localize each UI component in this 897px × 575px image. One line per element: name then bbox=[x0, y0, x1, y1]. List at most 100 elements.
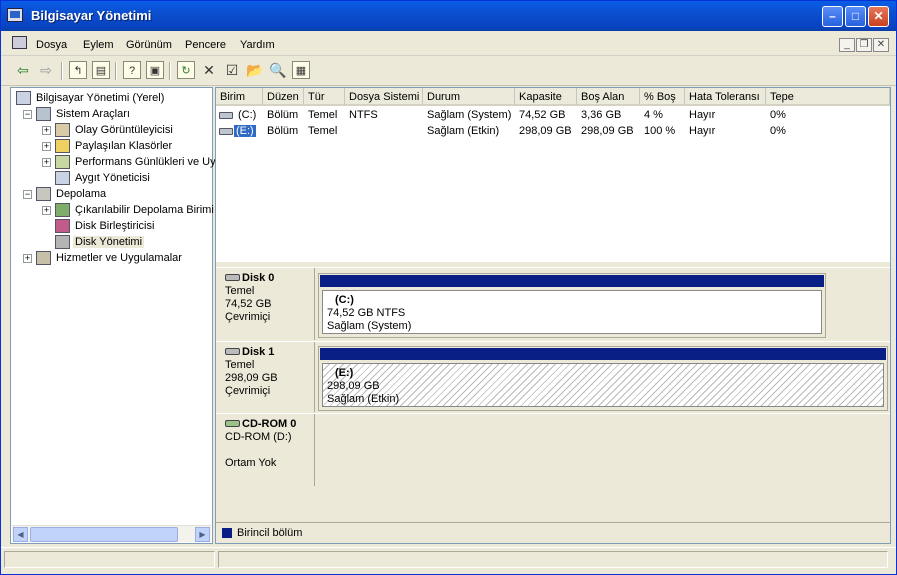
volume-list: Birim Düzen Tür Dosya Sistemi Durum Kapa… bbox=[216, 88, 890, 262]
tree-item-label: Olay Görüntüleyicisi bbox=[75, 124, 173, 136]
column-header-file-system[interactable]: Dosya Sistemi bbox=[345, 88, 423, 106]
cell-fault-tolerance: Hayır bbox=[689, 109, 716, 121]
tree-item-label: Disk Birleştiricisi bbox=[75, 220, 155, 232]
disk-size: 74,52 GB bbox=[225, 298, 272, 310]
back-arrow-icon[interactable]: ⇦ bbox=[14, 61, 32, 79]
partition-label: (E:) bbox=[335, 367, 354, 379]
hard-disk-icon bbox=[225, 348, 240, 355]
child-close-button[interactable]: ✕ bbox=[873, 38, 889, 52]
help-topics-icon[interactable]: ▦ bbox=[292, 61, 310, 79]
delete-icon[interactable]: ✕ bbox=[200, 61, 218, 79]
menu-file[interactable]: Dosya bbox=[36, 39, 67, 51]
tree-item-label: Hizmetler ve Uygulamalar bbox=[56, 252, 182, 264]
scroll-right-icon[interactable]: ▶ bbox=[195, 527, 210, 542]
computer-management-icon[interactable] bbox=[7, 8, 23, 22]
tree-item-label: Disk Yönetimi bbox=[73, 236, 145, 248]
column-header-capacity[interactable]: Kapasite bbox=[515, 88, 577, 106]
column-header-status[interactable]: Durum bbox=[423, 88, 515, 106]
expand-toggle[interactable]: + bbox=[42, 206, 51, 215]
close-button[interactable]: ✕ bbox=[868, 6, 889, 27]
maximize-button[interactable]: □ bbox=[845, 6, 866, 27]
tree-item-label: Aygıt Yöneticisi bbox=[75, 172, 150, 184]
show-hide-tree-icon[interactable]: ▤ bbox=[92, 61, 110, 79]
partition-status: Sağlam (Etkin) bbox=[327, 393, 400, 405]
expand-toggle[interactable]: + bbox=[23, 254, 32, 263]
volume-icon bbox=[219, 112, 233, 119]
performance-logs-icon bbox=[55, 155, 70, 169]
cell-percent-free: 100 % bbox=[644, 125, 676, 137]
defragmenter-icon bbox=[55, 219, 70, 233]
console-system-menu-icon[interactable] bbox=[12, 36, 27, 49]
collapse-toggle[interactable]: − bbox=[23, 190, 32, 199]
tree-item-label: Performans Günlükleri ve Uy bbox=[75, 156, 216, 168]
partition-status: Sağlam (System) bbox=[327, 320, 412, 332]
disk-name: CD-ROM 0 bbox=[242, 418, 297, 430]
up-one-level-icon[interactable]: ↰ bbox=[69, 61, 87, 79]
column-header-free-space[interactable]: Boş Alan bbox=[577, 88, 640, 106]
forward-arrow-icon[interactable]: ⇨ bbox=[37, 61, 55, 79]
disk-type: Temel bbox=[225, 359, 255, 371]
cell-file-system: NTFS bbox=[349, 109, 378, 121]
child-minimize-button[interactable]: _ bbox=[839, 38, 855, 52]
console-tree-icon[interactable]: ▣ bbox=[146, 61, 164, 79]
cell-layout: Bölüm bbox=[267, 109, 299, 121]
cell-free-space: 298,09 GB bbox=[581, 125, 634, 137]
services-icon bbox=[36, 251, 51, 265]
disk-name: Disk 1 bbox=[242, 346, 275, 358]
column-header-volume[interactable]: Birim bbox=[216, 88, 263, 106]
refresh-icon[interactable]: ↻ bbox=[177, 61, 195, 79]
computer-management-window: Bilgisayar Yönetimi – □ ✕ Dosya Eylem Gö… bbox=[0, 0, 897, 575]
column-header-fault-tolerance[interactable]: Hata Toleransı bbox=[685, 88, 766, 106]
cell-fault-tolerance: Hayır bbox=[689, 125, 716, 137]
partition-e[interactable]: (E:) 298,09 GB Sağlam (Etkin) bbox=[318, 346, 888, 411]
disk-row-0[interactable]: Disk 0 Temel 74,52 GB Çevrimiçi (C:) 74,… bbox=[216, 267, 890, 340]
scroll-thumb[interactable] bbox=[30, 527, 178, 542]
cell-overhead: 0% bbox=[770, 125, 786, 137]
title-bar[interactable]: Bilgisayar Yönetimi – □ ✕ bbox=[1, 1, 896, 31]
cell-status: Sağlam (Etkin) bbox=[427, 125, 500, 137]
disk-info-0[interactable]: Disk 0 Temel 74,52 GB Çevrimiçi bbox=[216, 268, 315, 340]
disk-graphical-view: Disk 0 Temel 74,52 GB Çevrimiçi (C:) 74,… bbox=[216, 267, 890, 523]
expand-toggle[interactable]: + bbox=[42, 126, 51, 135]
console-tree: Bilgisayar Yönetimi (Yerel) − Sistem Ara… bbox=[10, 87, 216, 544]
scroll-left-icon[interactable]: ◀ bbox=[13, 527, 28, 542]
properties-icon[interactable]: ☑ bbox=[223, 61, 241, 79]
disk-management-icon bbox=[55, 235, 70, 249]
column-header-layout[interactable]: Düzen bbox=[263, 88, 304, 106]
help-icon[interactable]: ? bbox=[123, 61, 141, 79]
volume-icon bbox=[219, 128, 233, 135]
minimize-button[interactable]: – bbox=[822, 6, 843, 27]
menu-help[interactable]: Yardım bbox=[240, 39, 275, 51]
column-header-overhead[interactable]: Tepe bbox=[766, 88, 890, 106]
expand-toggle[interactable]: + bbox=[42, 142, 51, 151]
tree-item-label: Bilgisayar Yönetimi (Yerel) bbox=[36, 92, 165, 104]
menu-view[interactable]: Görünüm bbox=[126, 39, 172, 51]
disk-name: Disk 0 bbox=[242, 272, 275, 284]
partition-color-bar bbox=[320, 348, 886, 360]
legend-label: Birincil bölüm bbox=[237, 527, 303, 539]
disk-info-1[interactable]: Disk 1 Temel 298,09 GB Çevrimiçi bbox=[216, 342, 315, 412]
expand-toggle[interactable]: + bbox=[42, 158, 51, 167]
disk-info-cdrom[interactable]: CD-ROM 0 CD-ROM (D:) Ortam Yok bbox=[216, 414, 315, 486]
toolbar-separator bbox=[61, 62, 63, 80]
menu-window[interactable]: Pencere bbox=[185, 39, 226, 51]
menu-action[interactable]: Eylem bbox=[83, 39, 114, 51]
disk-state: Ortam Yok bbox=[225, 457, 277, 469]
device-manager-icon bbox=[55, 171, 70, 185]
cell-capacity: 298,09 GB bbox=[519, 125, 572, 137]
search-icon[interactable]: 🔍 bbox=[269, 61, 287, 79]
partition-c[interactable]: (C:) 74,52 GB NTFS Sağlam (System) bbox=[318, 273, 826, 338]
child-restore-button[interactable]: ❐ bbox=[856, 38, 872, 52]
menu-bar: Dosya Eylem Görünüm Pencere Yardım _ ❐ ✕ bbox=[1, 31, 896, 56]
disk-row-cdrom[interactable]: CD-ROM 0 CD-ROM (D:) Ortam Yok bbox=[216, 413, 890, 486]
column-header-percent-free[interactable]: % Boş bbox=[640, 88, 685, 106]
collapse-toggle[interactable]: − bbox=[23, 110, 32, 119]
partition-body-selected: (E:) 298,09 GB Sağlam (Etkin) bbox=[322, 363, 884, 407]
status-cell-left bbox=[4, 551, 215, 568]
tree-horizontal-scrollbar[interactable]: ◀ ▶ bbox=[12, 525, 211, 542]
cell-layout: Bölüm bbox=[267, 125, 299, 137]
primary-partition-swatch bbox=[222, 528, 232, 538]
open-folder-icon[interactable]: 📂 bbox=[246, 61, 264, 79]
column-header-type[interactable]: Tür bbox=[304, 88, 345, 106]
disk-row-1[interactable]: Disk 1 Temel 298,09 GB Çevrimiçi (E:) 29… bbox=[216, 341, 890, 412]
